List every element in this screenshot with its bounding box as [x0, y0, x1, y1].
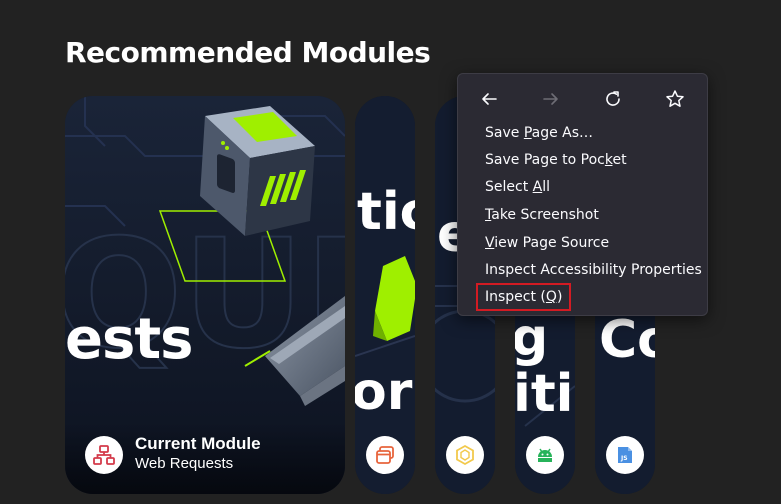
browser-window-icon [376, 446, 394, 464]
menu-item-select-all[interactable]: Select All [485, 176, 550, 198]
card-big-title-bottom: or [355, 362, 413, 422]
menu-item-inspect-accessibility[interactable]: Inspect Accessibility Properties [485, 259, 702, 281]
card-background-art [355, 96, 415, 494]
module-card-2[interactable]: tic or [355, 96, 415, 494]
forward-button[interactable] [538, 86, 564, 112]
card-big-title-bottom: Co [599, 310, 655, 370]
javascript-icon: JS [618, 447, 632, 463]
card-big-title-top: tic [357, 182, 415, 242]
star-icon [666, 90, 684, 107]
javascript-icon-circle: JS [606, 436, 644, 474]
card-big-title: ests [65, 307, 193, 372]
android-icon [538, 448, 552, 462]
card-module-name: Web Requests [135, 455, 234, 472]
card-status-label: Current Module [135, 434, 261, 453]
module-card-current[interactable]: QUE ests [65, 96, 345, 494]
context-menu: Save Page As… Save Page to Pocket Select… [457, 73, 708, 316]
context-menu-nav [458, 86, 707, 112]
section-title: Recommended Modules [65, 36, 431, 69]
hexagon-icon [456, 444, 474, 466]
bookmark-button[interactable] [662, 86, 688, 112]
back-button[interactable] [476, 86, 502, 112]
reload-icon [606, 91, 620, 106]
menu-item-save-to-pocket[interactable]: Save Page to Pocket [485, 149, 627, 171]
menu-item-inspect[interactable]: Inspect (Q) [475, 283, 572, 311]
card-text-block: Current Module Web Requests [135, 434, 261, 474]
reload-button[interactable] [600, 86, 626, 112]
hexagon-icon-circle [446, 436, 484, 474]
network-icon-circle [85, 436, 123, 474]
android-icon-circle [526, 436, 564, 474]
menu-item-save-page-as[interactable]: Save Page As… [485, 122, 593, 144]
back-arrow-icon [482, 93, 497, 105]
browser-window-icon-circle [366, 436, 404, 474]
svg-text:JS: JS [620, 455, 628, 462]
card-big-title-top: g [515, 308, 549, 368]
network-icon [93, 445, 115, 465]
menu-item-view-page-source[interactable]: View Page Source [485, 232, 609, 254]
menu-item-take-screenshot[interactable]: Take Screenshot [485, 204, 599, 226]
card-big-title-bottom: iti [515, 364, 574, 424]
forward-arrow-icon [543, 93, 558, 105]
